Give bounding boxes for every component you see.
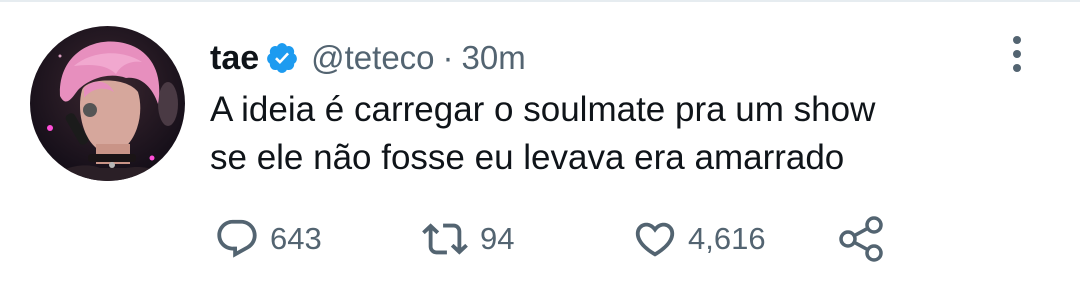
heart-icon [635,222,675,257]
like-button[interactable]: 4,616 [632,216,766,262]
tweet-text-line: se ele não fosse eu levava era amarrado [210,138,845,177]
tweet-header: tae @teteco · 30m [210,34,526,82]
reply-button[interactable]: 643 [214,216,322,262]
author-name[interactable]: tae [210,39,259,78]
retweet-icon [422,223,468,255]
reply-count: 643 [270,221,322,256]
avatar[interactable] [30,26,185,181]
more-options-button[interactable] [1004,34,1030,74]
timestamp[interactable]: 30m [462,39,526,77]
retweet-count: 94 [480,221,515,256]
reply-bubble-icon [217,219,257,258]
action-bar: 643 94 4,616 [214,216,914,262]
tweet-text: A ideia é carregar o soulmate pra um sho… [210,86,1050,182]
separator-dot: · [442,39,454,76]
author-handle[interactable]: @teteco [311,39,434,77]
profile-photo [47,41,178,181]
retweet-button[interactable]: 94 [420,216,514,262]
verified-badge-icon [265,41,299,75]
more-vertical-icon [1013,36,1021,72]
tweet-text-line: A ideia é carregar o soulmate pra um sho… [210,90,876,129]
top-divider [0,0,1080,2]
share-button[interactable] [838,216,886,262]
share-icon [839,216,883,262]
like-count: 4,616 [688,221,766,256]
